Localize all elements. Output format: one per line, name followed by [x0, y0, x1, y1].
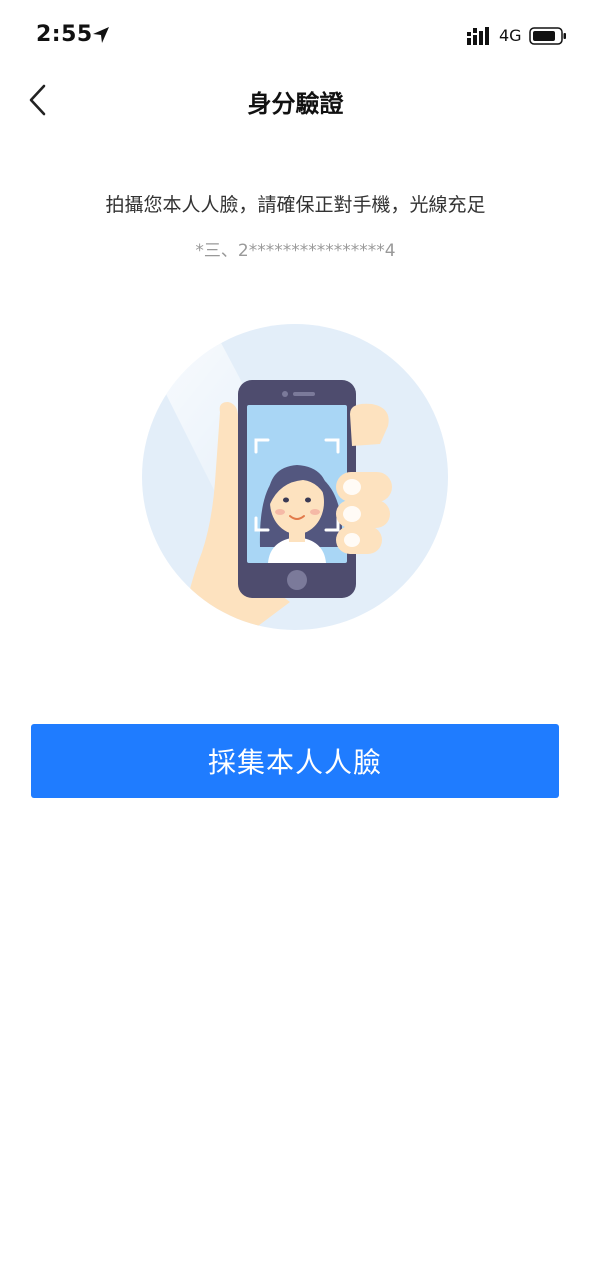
page-title: 身分驗證: [247, 90, 344, 118]
face-capture-illustration: [142, 324, 448, 630]
battery-icon: [529, 27, 566, 45]
status-bar: 2:55 4G: [0, 0, 591, 70]
masked-id-number: *三、2****************4: [195, 241, 396, 261]
instruction-text: 拍攝您本人人臉，請確保正對手機，光線充足: [105, 194, 486, 216]
navigation-bar: 身分驗證: [0, 70, 591, 130]
network-type: 4G: [499, 26, 522, 45]
capture-face-button[interactable]: 採集本人人臉: [31, 724, 559, 798]
cellular-signal-icon: [467, 27, 489, 45]
status-time: 2:55: [36, 22, 93, 47]
location-arrow-icon: [93, 27, 109, 43]
